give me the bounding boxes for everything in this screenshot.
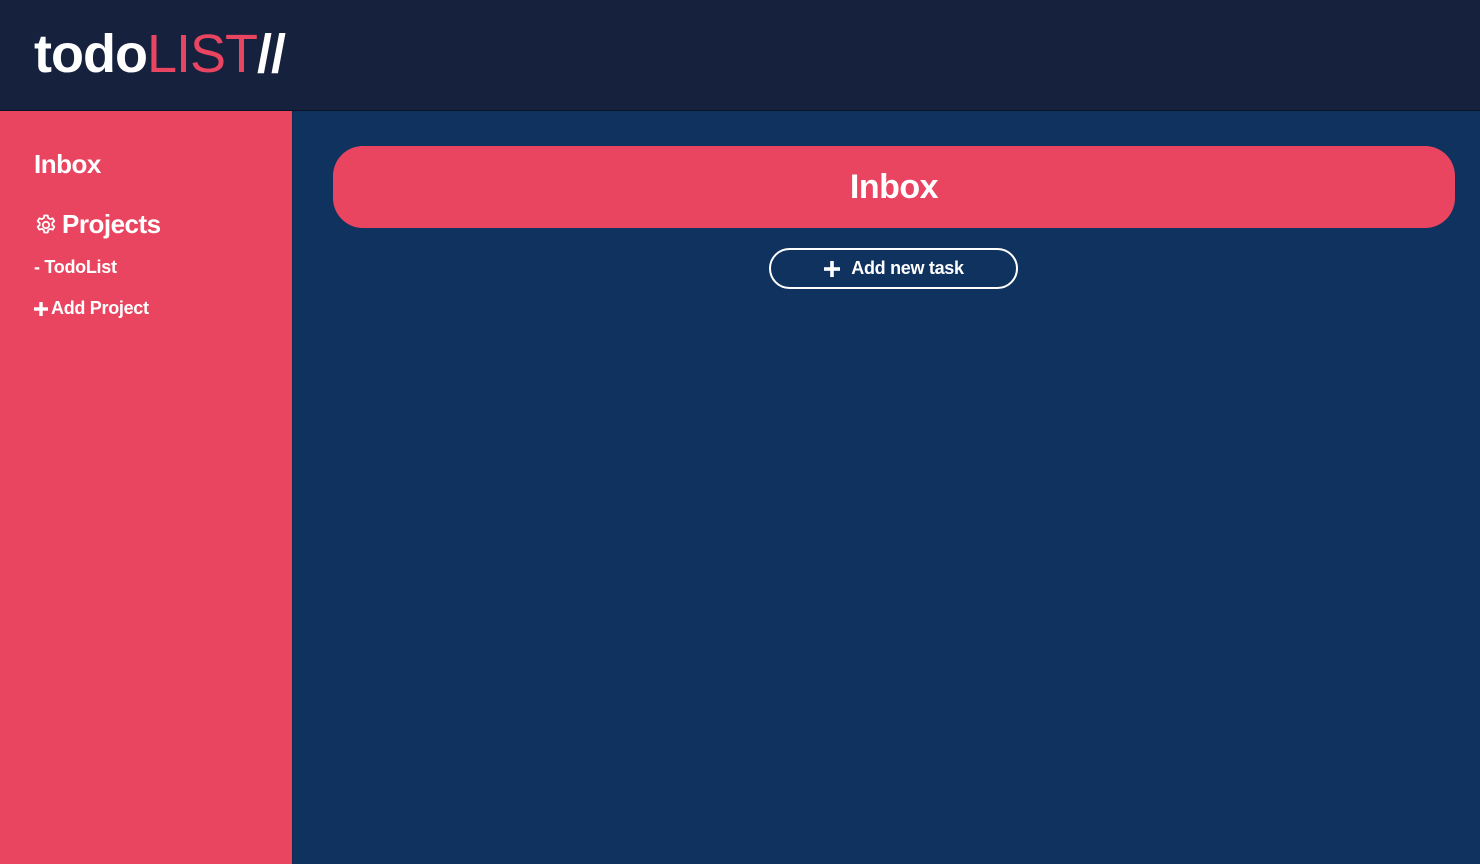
logo-text-list: LIST: [146, 24, 258, 84]
main-content: Inbox Add new task: [293, 111, 1480, 864]
header: todoLIST//: [0, 0, 1480, 111]
add-project-button[interactable]: Add Project: [33, 298, 149, 319]
add-project-label: Add Project: [51, 298, 149, 318]
add-task-button[interactable]: Add new task: [769, 248, 1018, 289]
sidebar-item-inbox[interactable]: Inbox: [34, 149, 101, 180]
plus-icon: [33, 301, 49, 317]
logo-text-todo: todo: [34, 24, 148, 84]
page-title: Inbox: [333, 146, 1455, 228]
sidebar-projects-label: Projects: [62, 209, 161, 239]
add-task-label: Add new task: [851, 258, 964, 278]
sidebar-projects-heading: Projects: [34, 209, 161, 240]
sidebar-item-project-todolist[interactable]: - TodoList: [34, 257, 117, 278]
app-logo: todoLIST//: [34, 22, 286, 86]
app-window: todoLIST// Inbox Projects - TodoList Add…: [0, 0, 1480, 864]
plus-icon: [823, 260, 841, 278]
gear-icon: [34, 213, 58, 237]
sidebar: Inbox Projects - TodoList Add Project: [0, 111, 293, 864]
logo-text-slashes: //: [257, 24, 286, 84]
